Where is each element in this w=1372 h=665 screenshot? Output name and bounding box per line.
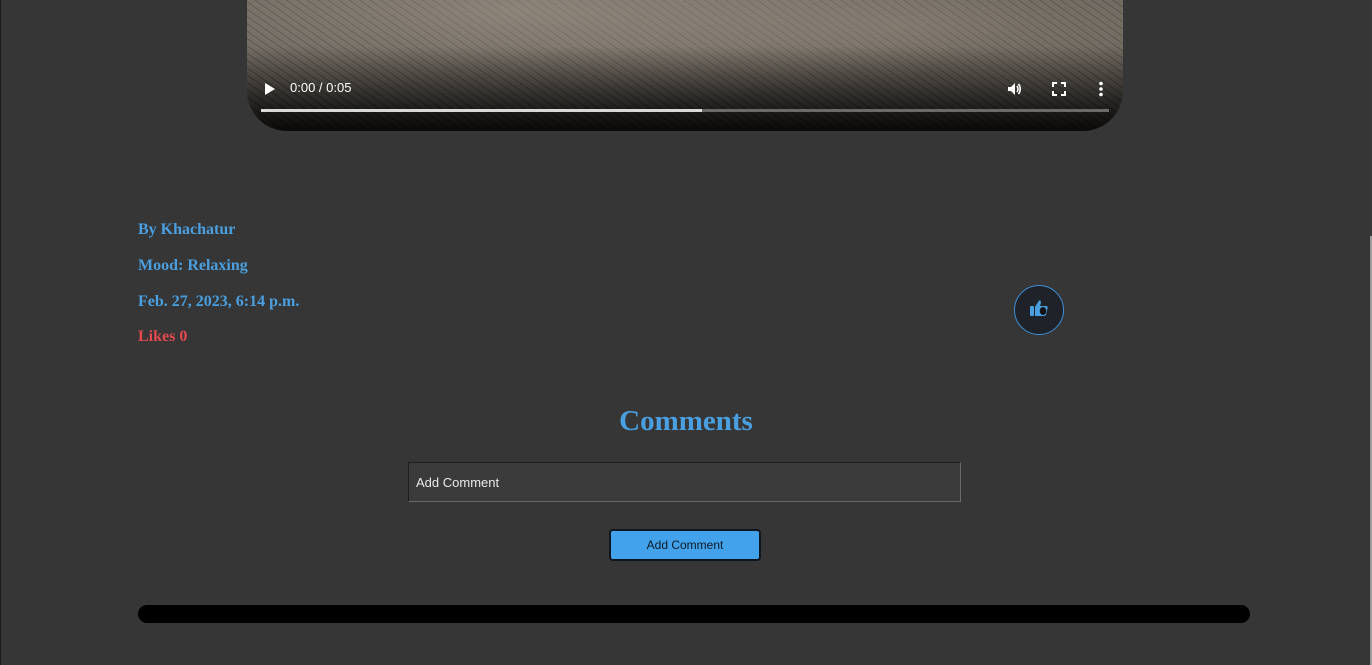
like-button[interactable] — [1014, 285, 1064, 335]
post-date: Feb. 27, 2023, 6:14 p.m. — [138, 293, 300, 310]
video-controls-shade — [247, 46, 1123, 131]
play-icon[interactable] — [264, 82, 276, 96]
section-divider — [138, 605, 1250, 623]
video-progress-bar[interactable] — [261, 109, 1109, 112]
post-mood: Mood: Relaxing — [138, 257, 248, 274]
comments-heading: Comments — [619, 405, 753, 437]
more-vertical-icon[interactable] — [1094, 81, 1108, 97]
page-left-edge — [0, 0, 1, 665]
post-author: By Khachatur — [138, 221, 236, 238]
fullscreen-icon[interactable] — [1051, 81, 1067, 97]
thumbs-up-icon — [1029, 299, 1049, 322]
video-player[interactable]: 0:00 / 0:05 — [247, 0, 1123, 131]
video-time: 0:00 / 0:05 — [290, 80, 352, 95]
comment-input[interactable] — [408, 462, 961, 502]
likes-count: Likes 0 — [138, 328, 188, 345]
video-buffered-bar — [261, 109, 702, 112]
volume-icon[interactable] — [1006, 81, 1022, 97]
add-comment-button[interactable]: Add Comment — [609, 529, 761, 561]
